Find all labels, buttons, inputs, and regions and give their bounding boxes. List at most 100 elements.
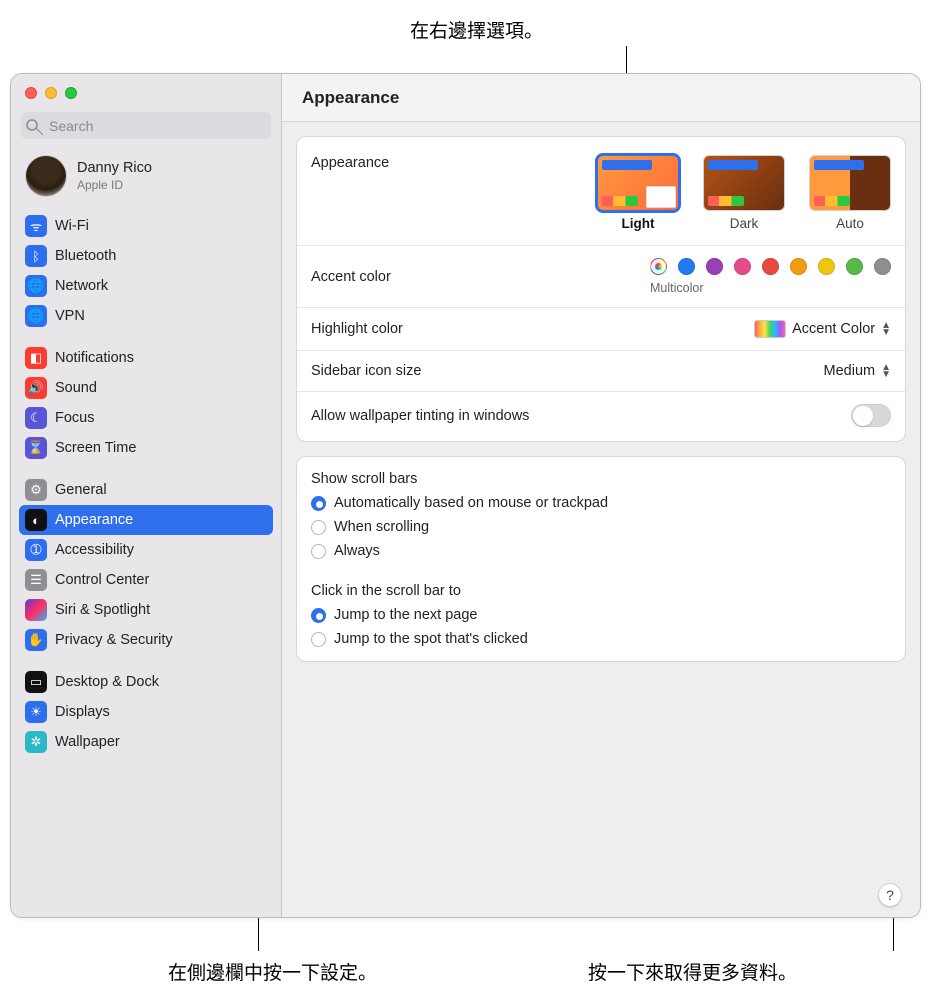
callout-bottom-left: 在側邊欄中按一下設定。	[168, 958, 377, 985]
sidebar-item-vpn[interactable]: 🌐 VPN	[19, 301, 273, 331]
wifi-icon: ᯤ	[25, 215, 47, 237]
pane-header: Appearance	[282, 74, 920, 122]
page-title: Appearance	[302, 88, 399, 108]
sidebar-item-label: Displays	[55, 704, 110, 720]
sidebar: Danny Rico Apple ID ᯤ Wi-Fi ᛒBluetooth 🌐 Net…	[11, 74, 282, 917]
pane-scroll: Appearance Light Dark Auto Accent color Mu…	[282, 122, 920, 917]
radio-dot-icon	[311, 544, 326, 559]
apple-id-row[interactable]: Danny Rico Apple ID	[11, 147, 281, 209]
sidebar-item-label: Control Center	[55, 572, 149, 588]
sidebar-item-wallpaper[interactable]: ✲Wallpaper	[19, 727, 273, 757]
appearance-icon: ◐	[25, 509, 47, 531]
appearance-thumb-light-icon	[597, 155, 679, 211]
accent-color-group: Multicolor	[650, 258, 891, 295]
accent-color-green[interactable]	[846, 258, 863, 275]
sidebar-item-bluetooth[interactable]: ᛒBluetooth	[19, 241, 273, 271]
sidebar-item-controlcenter[interactable]: ☰ Control Center	[19, 565, 273, 595]
callout-top: 在右邊擇選項。	[410, 16, 543, 43]
sidebar-item-focus[interactable]: ☾Focus	[19, 403, 273, 433]
search-input[interactable]	[21, 112, 271, 139]
accent-color-red[interactable]	[762, 258, 779, 275]
sidebar-item-label: Desktop & Dock	[55, 674, 159, 690]
sidebar-item-privacy[interactable]: ✋Privacy & Security	[19, 625, 273, 655]
user-name: Danny Rico	[77, 160, 152, 176]
sidebar-item-appearance[interactable]: ◐Appearance	[19, 505, 273, 535]
sidebar-item-network[interactable]: 🌐 Network	[19, 271, 273, 301]
appearance-thumb-auto-icon	[809, 155, 891, 211]
callout-bottom-right: 按一下來取得更多資料。	[588, 958, 797, 985]
wallpaper-icon: ✲	[25, 731, 47, 753]
sidebar-item-sound[interactable]: 🔊 Sound	[19, 373, 273, 403]
click-scroll-radio-1[interactable]: Jump to the spot that's clicked	[311, 631, 891, 647]
accent-color-pink[interactable]	[734, 258, 751, 275]
accent-color-orange[interactable]	[790, 258, 807, 275]
click-scroll-radio-0[interactable]: Jump to the next page	[311, 607, 891, 623]
scrollbars-radio-1[interactable]: When scrolling	[311, 519, 891, 535]
accent-selected-name: Multicolor	[650, 281, 891, 295]
vpn-icon: 🌐	[25, 305, 47, 327]
click-scroll-radios: Jump to the next page Jump to the spot th…	[311, 607, 891, 647]
radio-label: When scrolling	[334, 519, 429, 535]
radio-label: Always	[334, 543, 380, 559]
appearance-option-light[interactable]: Light	[597, 155, 679, 231]
sidebar-item-label: Siri & Spotlight	[55, 602, 150, 618]
close-button[interactable]	[25, 87, 37, 99]
accent-color-purple[interactable]	[706, 258, 723, 275]
radio-dot-icon	[311, 520, 326, 535]
appearance-option-label: Light	[622, 216, 655, 231]
help-button[interactable]: ?	[878, 883, 902, 907]
radio-dot-icon	[311, 496, 326, 511]
accent-color-multicolor[interactable]	[650, 258, 667, 275]
sidebar-list: ᯤ Wi-Fi ᛒBluetooth 🌐 Network 🌐 VPN ◧Notificatio…	[11, 209, 281, 917]
sidebar-item-notifications[interactable]: ◧Notifications	[19, 343, 273, 373]
tinting-label: Allow wallpaper tinting in windows	[311, 408, 851, 424]
sidebar-item-label: Privacy & Security	[55, 632, 173, 648]
appearance-thumb-dark-icon	[703, 155, 785, 211]
sidebar-item-label: Focus	[55, 410, 95, 426]
window-traffic-lights	[11, 74, 281, 112]
accent-color-graphite[interactable]	[874, 258, 891, 275]
highlight-label: Highlight color	[311, 321, 754, 337]
sidebar-size-popup[interactable]: Medium ▲▼	[824, 363, 891, 379]
scrollbars-radio-2[interactable]: Always	[311, 543, 891, 559]
radio-label: Jump to the next page	[334, 607, 478, 623]
sidebar-item-label: VPN	[55, 308, 85, 324]
chevron-updown-icon: ▲▼	[881, 322, 891, 336]
minimize-button[interactable]	[45, 87, 57, 99]
radio-label: Automatically based on mouse or trackpad	[334, 495, 608, 511]
highlight-color-popup[interactable]: Accent Color ▲▼	[754, 320, 891, 338]
appearance-option-dark[interactable]: Dark	[703, 155, 785, 231]
panel-scrolling: Show scroll bars Automatically based on …	[296, 456, 906, 662]
sidebar-item-label: General	[55, 482, 107, 498]
radio-dot-icon	[311, 632, 326, 647]
tinting-switch[interactable]	[851, 404, 891, 427]
sidebar-item-general[interactable]: ⚙General	[19, 475, 273, 505]
sidebar-item-displays[interactable]: ☀Displays	[19, 697, 273, 727]
siri-icon	[25, 599, 47, 621]
click-scroll-label: Click in the scroll bar to	[311, 583, 891, 599]
appearance-label: Appearance	[311, 155, 597, 171]
sidebar-item-label: Bluetooth	[55, 248, 116, 264]
zoom-button[interactable]	[65, 87, 77, 99]
panel-appearance: Appearance Light Dark Auto Accent color Mu…	[296, 136, 906, 442]
sound-icon: 🔊	[25, 377, 47, 399]
sidebar-size-value: Medium	[824, 363, 876, 379]
sidebar-item-desktopdock[interactable]: ▭Desktop & Dock	[19, 667, 273, 697]
accent-color-blue[interactable]	[678, 258, 695, 275]
sidebar-item-label: Wi-Fi	[55, 218, 89, 234]
sidebar-item-label: Sound	[55, 380, 97, 396]
scrollbars-radio-0[interactable]: Automatically based on mouse or trackpad	[311, 495, 891, 511]
sidebar-item-wifi[interactable]: ᯤ Wi-Fi	[19, 211, 273, 241]
appearance-option-label: Auto	[836, 216, 864, 231]
accessibility-icon: ➀	[25, 539, 47, 561]
appearance-option-auto[interactable]: Auto	[809, 155, 891, 231]
sidebar-item-label: Network	[55, 278, 108, 294]
sidebar-size-label: Sidebar icon size	[311, 363, 824, 379]
sidebar-item-siri[interactable]: Siri & Spotlight	[19, 595, 273, 625]
sidebar-item-screentime[interactable]: ⌛Screen Time	[19, 433, 273, 463]
sidebar-item-accessibility[interactable]: ➀Accessibility	[19, 535, 273, 565]
accent-color-yellow[interactable]	[818, 258, 835, 275]
network-icon: 🌐	[25, 275, 47, 297]
controlcenter-icon: ☰	[25, 569, 47, 591]
accent-label: Accent color	[311, 269, 650, 285]
